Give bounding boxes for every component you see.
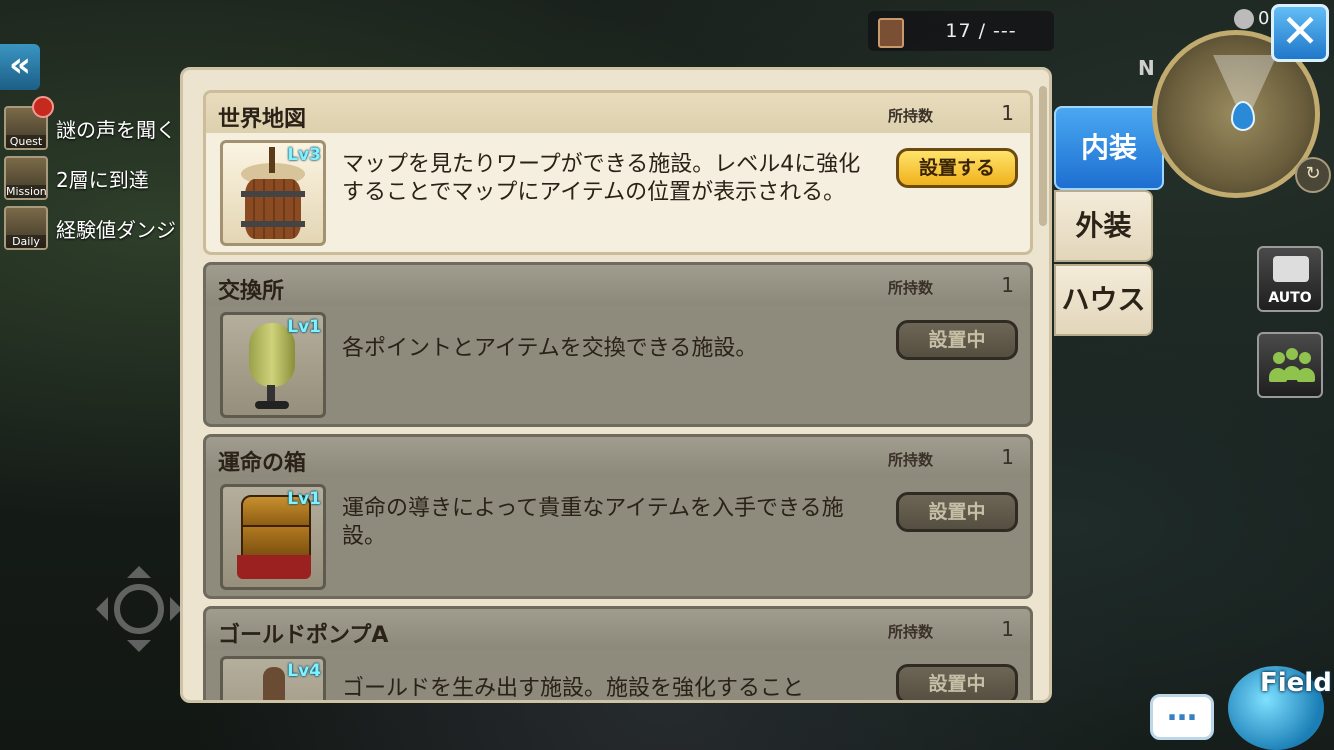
facility-description: 運命の導きによって貴重なアイテムを入手できる施設。 — [342, 496, 844, 549]
chat-icon: … — [1167, 693, 1197, 728]
quest-text: 謎の声を聞く — [56, 118, 176, 142]
daily-row[interactable]: Daily 経験値ダンジ — [0, 204, 180, 250]
facility-description: 各ポイントとアイテムを交換できる施設。 — [342, 336, 758, 361]
tab-exterior[interactable]: 外装 — [1054, 190, 1153, 262]
place-button[interactable]: 設置する — [896, 148, 1018, 188]
field-button[interactable]: Field — [1222, 656, 1334, 750]
mission-icon-label: Mission — [6, 185, 47, 198]
quest-row[interactable]: Quest 謎の声を聞く — [0, 104, 180, 150]
owned-label: 所持数 — [888, 451, 934, 469]
facility-image-world-map: Lv3 — [220, 140, 326, 246]
level-label: Lv3 — [287, 145, 321, 165]
page-counter-value: 17 / --- — [945, 20, 1017, 42]
daily-icon-label: Daily — [6, 235, 46, 248]
player-marker-icon — [1231, 101, 1255, 131]
tab-house[interactable]: ハウス — [1054, 264, 1153, 336]
level-label: Lv1 — [287, 317, 321, 337]
joystick-icon[interactable] — [94, 564, 184, 654]
level-label: Lv4 — [287, 661, 321, 681]
owned-label: 所持数 — [888, 279, 934, 297]
quest-icon-label: Quest — [6, 135, 46, 148]
tab-interior[interactable]: 内装 — [1054, 106, 1164, 190]
owned-count: 1 — [1001, 273, 1014, 297]
placed-button[interactable]: 設置中 — [896, 320, 1018, 360]
facility-image-fate-box: Lv1 — [220, 484, 326, 590]
chat-button[interactable]: … — [1150, 694, 1214, 740]
close-icon: ✕ — [1280, 4, 1320, 58]
facility-card[interactable]: 交換所 所持数 1 Lv1 各ポイントとアイテムを交換できる施設。 設置中 — [203, 262, 1033, 427]
auto-button[interactable]: AUTO — [1257, 246, 1323, 312]
facility-image-exchange: Lv1 — [220, 312, 326, 418]
mission-icon: Mission — [4, 156, 48, 200]
rotate-icon[interactable]: ↻ — [1295, 157, 1331, 193]
facility-name: 世界地図 — [218, 107, 307, 132]
close-button[interactable]: ✕ — [1271, 4, 1329, 62]
party-icon — [1269, 348, 1315, 382]
facility-card[interactable]: 世界地図 所持数 1 Lv3 マップを見たりワープができる施設。レベル4に強化す… — [203, 90, 1033, 255]
mission-text: 2層に到達 — [56, 168, 149, 192]
auto-label: AUTO — [1268, 290, 1312, 306]
party-button[interactable] — [1257, 332, 1323, 398]
owned-count: 1 — [1001, 101, 1014, 125]
facility-card[interactable]: 運命の箱 所持数 1 Lv1 運命の導きによって貴重なアイテムを入手できる施設。… — [203, 434, 1033, 599]
owned-count: 1 — [1001, 445, 1014, 469]
owned-label: 所持数 — [888, 107, 934, 125]
clock-icon — [1234, 9, 1254, 29]
book-icon — [878, 18, 904, 48]
panel-scrollbar[interactable] — [1039, 86, 1047, 226]
facility-panel: 世界地図 所持数 1 Lv3 マップを見たりワープができる施設。レベル4に強化す… — [180, 67, 1052, 703]
owned-count: 1 — [1001, 617, 1014, 641]
facility-image-gold-pump: Lv4 — [220, 656, 326, 700]
clock-value: 0 — [1258, 8, 1270, 29]
daily-text: 経験値ダンジ — [56, 218, 176, 242]
facility-name: 運命の箱 — [218, 451, 307, 476]
facility-name: 交換所 — [218, 279, 285, 304]
facility-description: マップを見たりワープができる施設。レベル4に強化することでマップにアイテムの位置… — [342, 152, 861, 205]
placed-button[interactable]: 設置中 — [896, 664, 1018, 700]
mission-row[interactable]: Mission 2層に到達 — [0, 154, 180, 200]
page-counter: 17 / --- — [868, 11, 1054, 51]
field-label: Field — [1260, 668, 1332, 698]
placed-button[interactable]: 設置中 — [896, 492, 1018, 532]
level-label: Lv1 — [287, 489, 321, 509]
collapse-menu-button[interactable]: « — [0, 44, 40, 90]
facility-name: ゴールドポンプA — [218, 623, 389, 648]
camera-icon — [1273, 256, 1309, 282]
notification-badge — [32, 96, 54, 118]
owned-label: 所持数 — [888, 623, 934, 641]
daily-icon: Daily — [4, 206, 48, 250]
back-double-chevron-icon: « — [9, 45, 31, 85]
facility-card[interactable]: ゴールドポンプA 所持数 1 Lv4 ゴールドを生み出す施設。施設を強化すること… — [203, 606, 1033, 701]
compass-north: N — [1138, 56, 1155, 80]
facility-description: ゴールドを生み出す施設。施設を強化すること — [342, 676, 805, 701]
